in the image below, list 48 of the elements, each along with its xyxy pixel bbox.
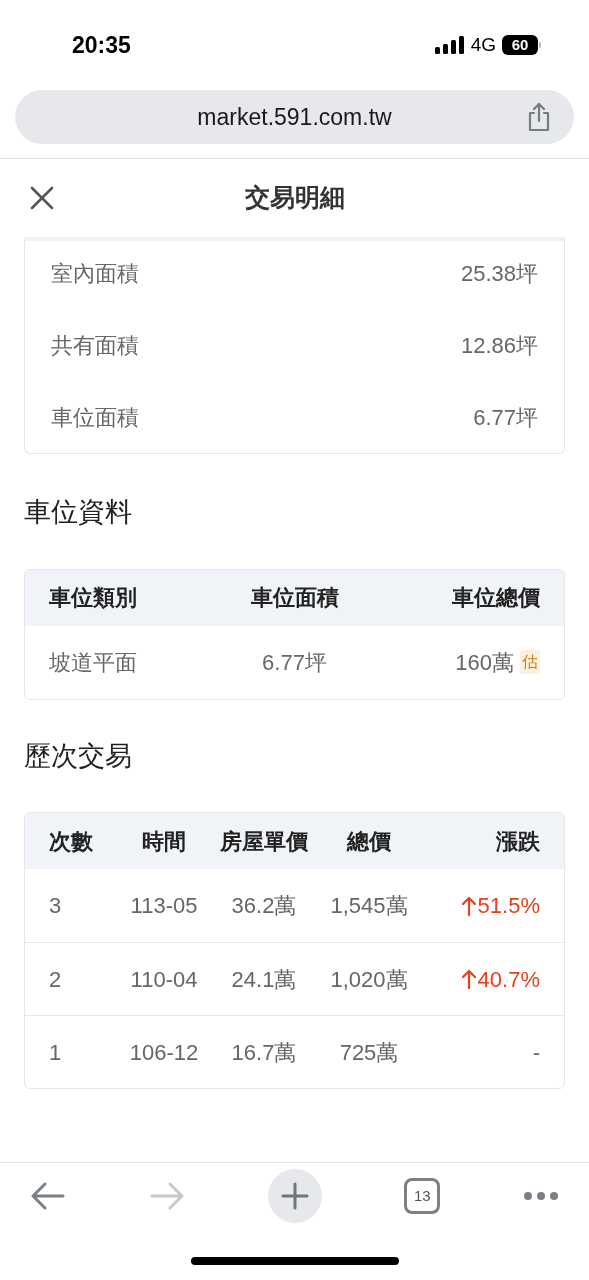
share-icon[interactable] [526,102,552,132]
column-header: 車位面積 [249,584,340,612]
table-cell-text: 36.2萬 [230,892,298,920]
area-value: 25.38坪 [460,259,538,288]
table-cell-text: 6.77坪 [261,648,328,677]
close-icon[interactable] [30,186,54,210]
plus-icon [280,1182,309,1210]
network-label: 4G [470,32,496,57]
column-header: 總價 [345,827,392,856]
area-value: 12.86坪 [460,331,538,360]
table-cell-text: 1,545萬 [329,892,409,920]
column-header: 漲跌 [495,827,540,856]
new-tab-button[interactable] [267,1169,322,1223]
section-title: 車位資料 [24,496,133,529]
column-header: 房屋單價 [219,827,309,856]
area-label: 車位面積 [51,403,139,432]
table-cell-text: 2 [49,965,63,994]
battery-icon: 60 [502,35,541,55]
area-value: 6.77坪 [473,403,538,432]
table-cell-text: 24.1萬 [230,965,298,994]
table-cell-text: 725萬 [338,1038,400,1067]
column-header: 車位類別 [49,584,138,612]
price-change: 40.7% [477,965,540,994]
table-cell-text: 113-05 [129,892,199,920]
table-cell-text: 坡道平面 [49,648,138,677]
column-header: 次數 [49,827,94,856]
tabs-button[interactable]: 13 [404,1178,441,1214]
status-time: 20:35 [72,30,131,60]
table-cell-text: 160萬 [455,648,514,677]
column-header: 車位總價 [451,584,540,612]
area-label: 室內面積 [51,259,139,288]
table-cell-text: 16.7萬 [230,1038,298,1067]
back-icon[interactable] [30,1181,66,1211]
estimate-tag: 估 [520,650,540,674]
signal-icon [434,36,465,54]
column-header: 時間 [141,827,187,856]
table-cell-text: 110-04 [129,965,199,994]
section-title: 歷次交易 [24,739,133,773]
page-title: 交易明細 [244,182,345,214]
address-bar[interactable]: market.591.com.tw [15,90,574,144]
table-cell-text: 106-12 [128,1038,200,1067]
price-change: - [532,1038,540,1067]
area-label: 共有面積 [51,331,139,360]
table-cell-text: 1,020萬 [329,965,409,994]
table-cell-text: 1 [49,1038,63,1067]
more-icon[interactable] [523,1191,559,1201]
table-cell-text: 3 [49,892,63,920]
price-change: 51.5% [477,892,540,920]
